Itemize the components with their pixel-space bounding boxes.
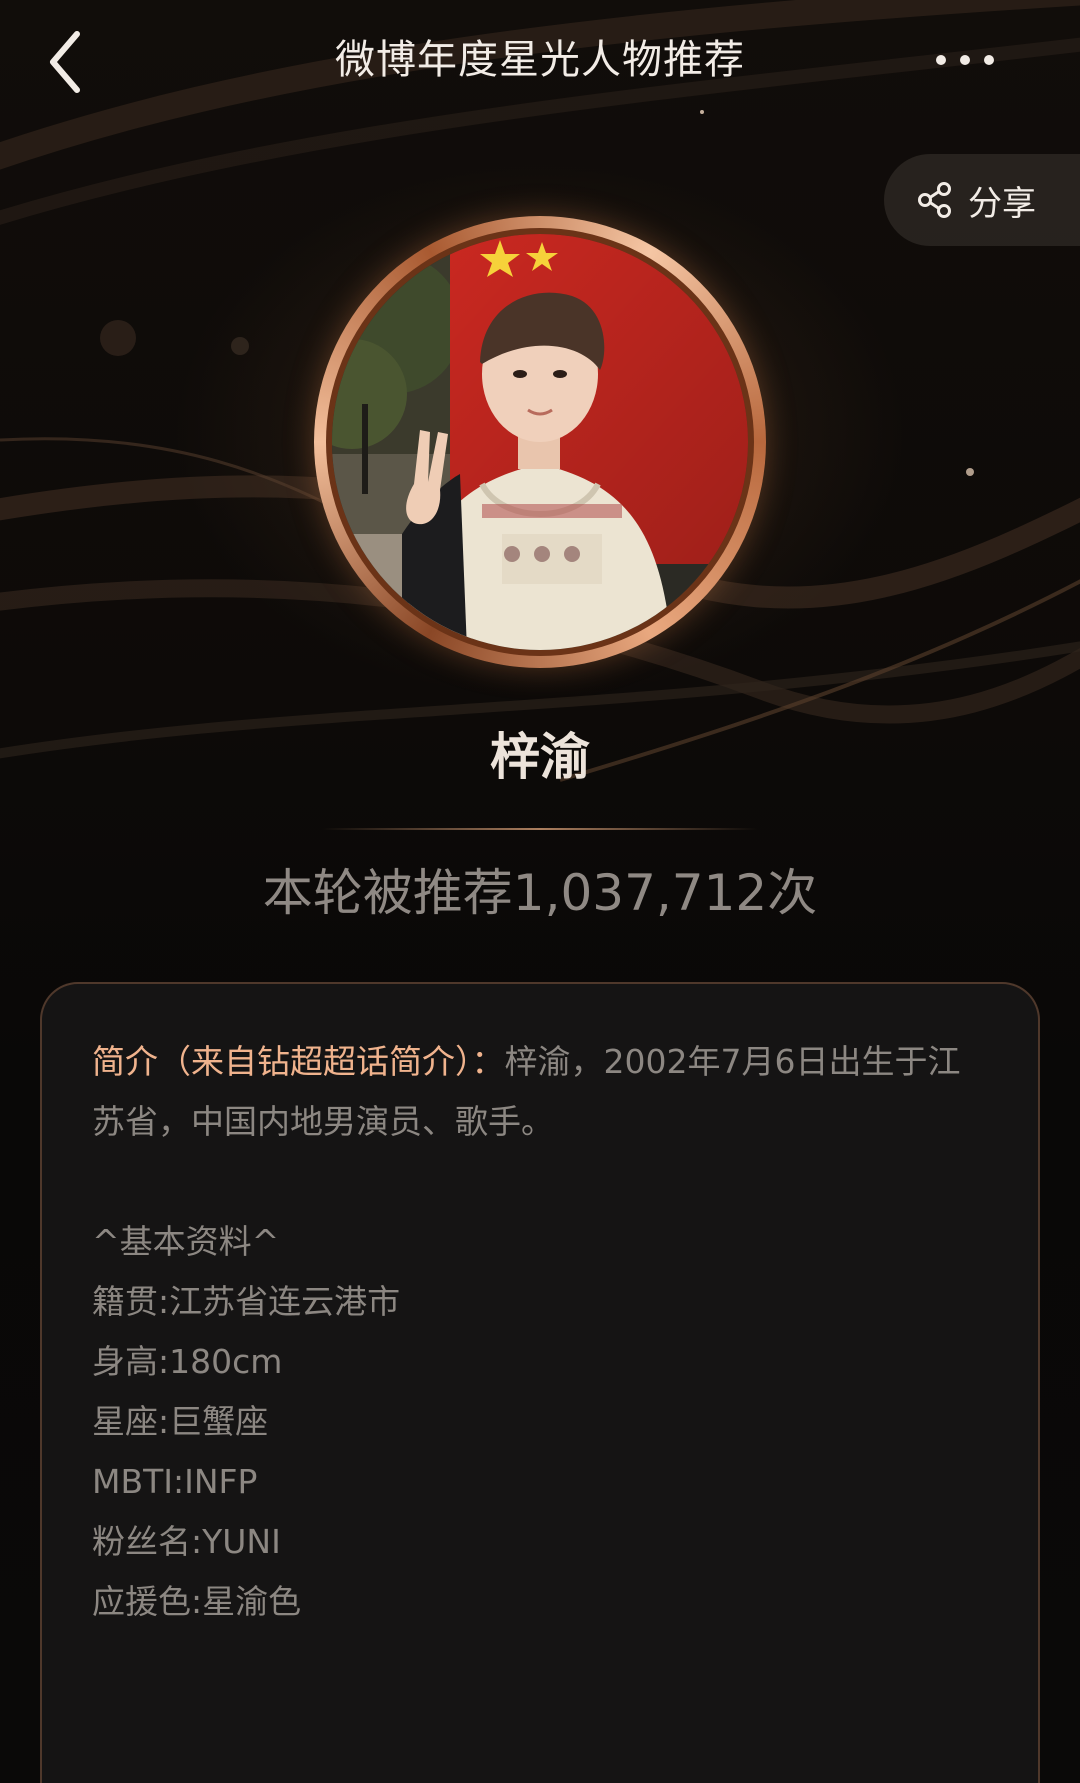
basic-info-list: ^基本资料^ 籍贯:江苏省连云港市 身高:180cm 星座:巨蟹座 MBTI:I… xyxy=(92,1212,988,1632)
fact-mbti: MBTI:INFP xyxy=(92,1462,258,1501)
profile-name: 梓渝 xyxy=(490,728,590,786)
more-dots-icon xyxy=(936,55,946,65)
share-button[interactable]: 分享 xyxy=(884,154,1080,246)
fact-fan-name: 粉丝名:YUNI xyxy=(92,1522,281,1561)
avatar-photo xyxy=(332,234,748,650)
back-button[interactable] xyxy=(30,22,100,102)
intro-card: 简介（来自钻超超话简介）：梓渝，2002年7月6日出生于江苏省，中国内地男演员、… xyxy=(40,982,1040,1783)
header-bar: 微博年度星光人物推荐 xyxy=(0,0,1080,120)
fact-zodiac: 星座:巨蟹座 xyxy=(92,1402,269,1441)
avatar-frame xyxy=(314,216,766,668)
divider xyxy=(322,828,758,830)
avatar[interactable] xyxy=(332,234,748,650)
intro-paragraph: 简介（来自钻超超话简介）：梓渝，2002年7月6日出生于江苏省，中国内地男演员、… xyxy=(92,1032,988,1152)
share-nodes-icon xyxy=(918,182,951,218)
basic-info-heading: ^基本资料^ xyxy=(92,1222,280,1261)
fact-height: 身高:180cm xyxy=(92,1342,283,1381)
more-options-button[interactable] xyxy=(920,40,1010,80)
page: 微博年度星光人物推荐 分享 梓渝 本轮被推荐1,037,712次 简介（来自钻超… xyxy=(0,0,1080,1783)
chevron-left-icon xyxy=(50,31,80,93)
fact-hometown: 籍贯:江苏省连云港市 xyxy=(92,1282,401,1321)
share-label: 分享 xyxy=(968,183,1036,224)
fact-support-color: 应援色:星渝色 xyxy=(92,1582,302,1621)
recommend-count: 本轮被推荐1,037,712次 xyxy=(262,864,818,922)
page-title: 微博年度星光人物推荐 xyxy=(335,37,745,83)
intro-label: 简介（来自钻超超话简介）： xyxy=(92,1042,505,1081)
